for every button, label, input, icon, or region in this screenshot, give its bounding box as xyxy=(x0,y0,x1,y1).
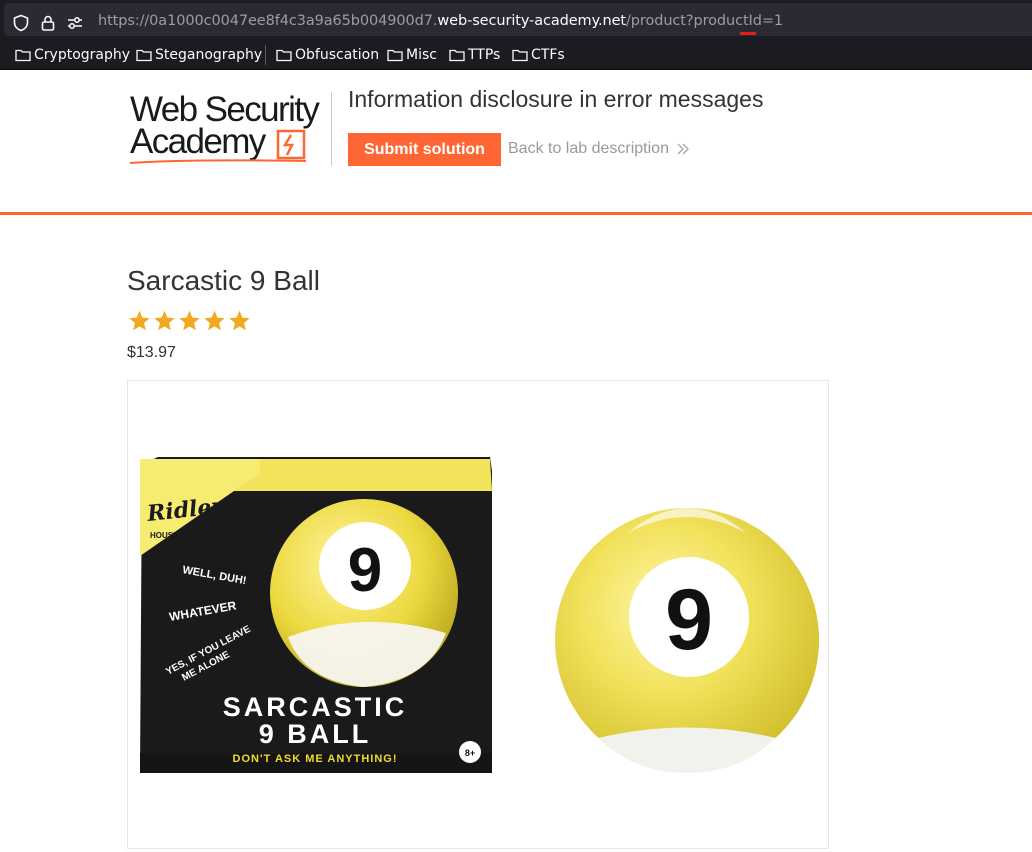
logo-bolt-icon xyxy=(276,129,306,160)
product-rating xyxy=(127,309,252,333)
logo-text-line2: Academy xyxy=(130,122,266,161)
folder-icon xyxy=(15,49,31,62)
submit-solution-button[interactable]: Submit solution xyxy=(348,133,501,166)
bookmark-label: Misc xyxy=(406,47,437,63)
nine-ball: 9 xyxy=(555,508,819,773)
folder-icon xyxy=(276,49,292,62)
ball-number: 9 xyxy=(665,572,713,668)
browser-toolbar: https://0a1000c0047ee8f4c3a9a65b004900d7… xyxy=(0,0,1032,40)
star-icon xyxy=(179,310,200,331)
url-domain: web-security-academy.net xyxy=(437,13,627,29)
lock-icon[interactable] xyxy=(39,14,57,32)
bookmark-cryptography[interactable]: Cryptography xyxy=(15,46,130,64)
shield-icon[interactable] xyxy=(12,14,30,32)
web-security-academy-logo[interactable]: Web Security Academy xyxy=(128,90,328,166)
bookmark-ttps[interactable]: TTPs xyxy=(449,46,500,64)
bookmark-label: Cryptography xyxy=(34,47,131,63)
url-path: /product?productId= xyxy=(626,13,774,29)
header-divider xyxy=(331,92,332,166)
folder-icon xyxy=(512,49,528,62)
box-brand-sub: HOUSE of NOVELTIES xyxy=(150,531,236,540)
star-icon xyxy=(129,310,150,331)
url-text[interactable]: https://0a1000c0047ee8f4c3a9a65b004900d7… xyxy=(98,13,783,29)
lab-title: Information disclosure in error messages xyxy=(348,86,764,112)
url-annotation-underline xyxy=(740,32,756,35)
product-price: $13.97 xyxy=(127,344,176,361)
logo-swoosh-icon xyxy=(129,159,307,164)
bookmark-label: CTFs xyxy=(531,47,565,63)
url-param-value: 1 xyxy=(773,13,784,29)
star-icon xyxy=(154,310,175,331)
bookmark-label: TTPs xyxy=(468,47,501,63)
box-title-1: SARCASTIC xyxy=(223,692,408,722)
box-title-2: 9 BALL xyxy=(259,719,372,749)
address-bar[interactable]: https://0a1000c0047ee8f4c3a9a65b004900d7… xyxy=(4,3,1032,36)
sarcastic-9-ball-illustration: 9 Ridley's HOUSE of NOVELTIES WELL, DUH!… xyxy=(140,457,819,773)
box-ball-number: 9 xyxy=(348,536,382,605)
folder-icon xyxy=(387,49,403,62)
box-age-badge: 8+ xyxy=(465,748,475,758)
back-to-lab-description-link[interactable]: Back to lab description xyxy=(508,140,690,158)
product-title: Sarcastic 9 Ball xyxy=(127,265,320,296)
product-box: 9 Ridley's HOUSE of NOVELTIES WELL, DUH!… xyxy=(140,457,492,773)
bookmark-label: Steganography xyxy=(155,47,263,63)
star-icon xyxy=(204,310,225,331)
bookmark-obfuscation[interactable]: Obfuscation xyxy=(276,46,379,64)
bookmark-steganography[interactable]: Steganography xyxy=(136,46,262,64)
page-settings-icon[interactable] xyxy=(66,14,84,32)
header-separator xyxy=(0,212,1032,215)
folder-icon xyxy=(449,49,465,62)
folder-icon xyxy=(136,49,152,62)
url-scheme-subdomain: https://0a1000c0047ee8f4c3a9a65b004900d7… xyxy=(98,13,438,29)
bookmark-misc[interactable]: Misc xyxy=(387,46,437,64)
double-chevron-right-icon xyxy=(677,143,689,155)
product-image: 9 Ridley's HOUSE of NOVELTIES WELL, DUH!… xyxy=(127,380,829,849)
box-tagline: DON'T ASK ME ANYTHING! xyxy=(233,753,398,765)
bookmark-ctfs[interactable]: CTFs xyxy=(512,46,565,64)
star-icon xyxy=(229,310,250,331)
bookmark-separator xyxy=(265,45,266,65)
bookmark-label: Obfuscation xyxy=(295,47,380,63)
back-link-label: Back to lab description xyxy=(508,140,669,157)
